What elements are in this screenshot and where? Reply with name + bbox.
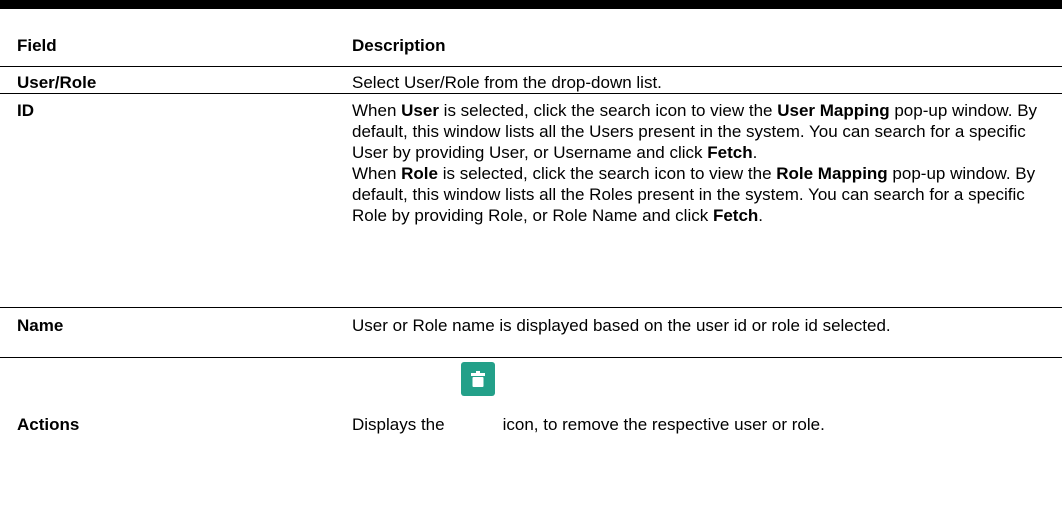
field-actions: Actions [17, 415, 80, 434]
bold-term: Role Mapping [776, 164, 888, 183]
text-fragment: . [752, 143, 758, 162]
table-row: Name User or Role name is displayed base… [0, 308, 1062, 358]
table-header-row: Field Description [0, 4, 1062, 67]
bold-term: User Mapping [777, 101, 890, 120]
bold-term: Fetch [712, 206, 759, 225]
bold-term: User [401, 101, 439, 120]
text-fragment: When [352, 101, 402, 120]
trash-icon-slot [449, 362, 499, 435]
table-row: User/Role Select User/Role from the drop… [0, 67, 1062, 94]
description-user-role: Select User/Role from the drop-down list… [352, 73, 662, 92]
bold-term: Role [401, 164, 438, 183]
field-user-role: User/Role [17, 73, 97, 92]
field-id: ID [17, 101, 34, 120]
description-id-user-paragraph: When User is selected, click the search … [352, 100, 1062, 163]
description-id: When User is selected, click the search … [317, 94, 1062, 308]
description-name: User or Role name is displayed based on … [352, 316, 891, 335]
header-field: Field [17, 36, 57, 55]
description-actions: Displays the icon, to remove the respecti… [317, 358, 1062, 499]
trash-icon [460, 362, 495, 396]
text-fragment: . [758, 206, 764, 225]
field-name: Name [17, 316, 64, 335]
table-row: ID When User is selected, click the sear… [0, 94, 1062, 308]
text-fragment: icon, to remove the respective user or r… [502, 415, 825, 434]
text-fragment: When [352, 164, 402, 183]
trash-glyph [470, 371, 485, 387]
field-description-table: Field Description User/Role Select User/… [0, 0, 1062, 498]
description-id-role-paragraph: When Role is selected, click the search … [352, 163, 1062, 226]
text-fragment: Displays the [352, 415, 445, 434]
bold-term: Fetch [707, 143, 753, 162]
header-description: Description [352, 36, 446, 55]
text-fragment: is selected, click the search icon to vi… [438, 101, 778, 120]
text-fragment: is selected, click the search icon to vi… [437, 164, 777, 183]
table-row: Actions Displays the icon, to remove the … [0, 358, 1062, 499]
